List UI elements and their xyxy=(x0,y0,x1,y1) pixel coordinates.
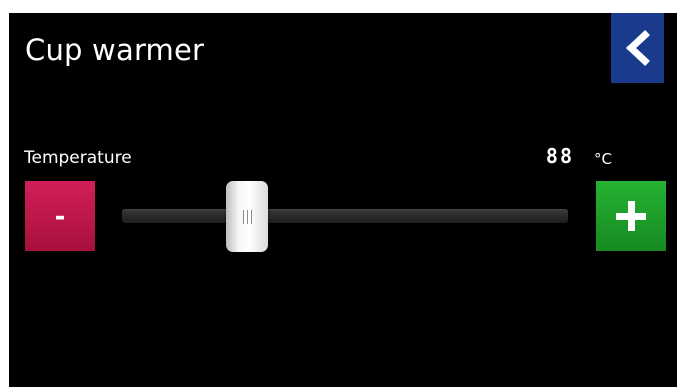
temperature-slider-track[interactable] xyxy=(122,209,568,223)
temperature-value: 88 xyxy=(545,144,574,168)
temperature-slider-thumb[interactable] xyxy=(226,181,268,252)
chevron-left-icon xyxy=(611,13,664,83)
minus-icon: - xyxy=(25,181,95,251)
page-title: Cup warmer xyxy=(25,33,205,67)
decrease-button[interactable]: - xyxy=(25,181,95,251)
cup-warmer-screen: Cup warmer Temperature 88 °C - xyxy=(9,13,677,387)
increase-button[interactable] xyxy=(596,181,666,251)
grip-icon xyxy=(242,209,252,224)
minus-label: - xyxy=(55,202,66,232)
temperature-unit: °C xyxy=(594,150,612,168)
plus-icon xyxy=(596,181,666,251)
temperature-label: Temperature xyxy=(24,148,132,168)
back-button[interactable] xyxy=(611,13,664,83)
